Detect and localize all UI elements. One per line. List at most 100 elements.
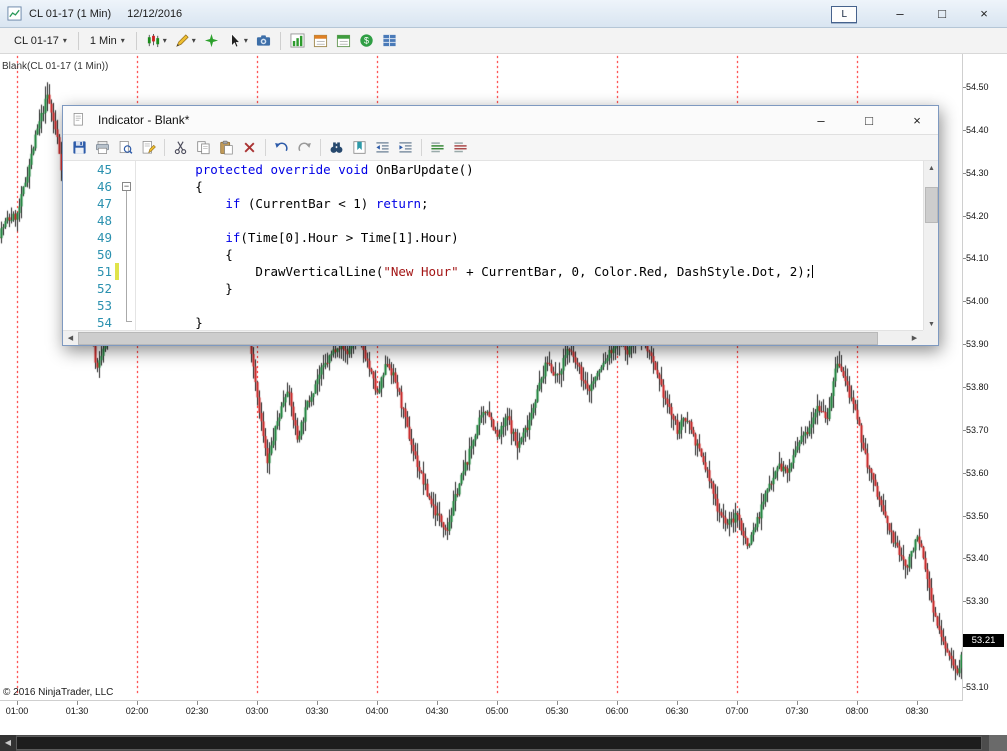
editor-title: Indicator - Blank* xyxy=(98,113,190,127)
editor-maximize-button[interactable]: □ xyxy=(860,106,878,135)
editor-h-thumb[interactable] xyxy=(78,332,878,345)
scroll-left-button[interactable]: ◀ xyxy=(0,735,16,751)
outdent-button[interactable] xyxy=(371,138,394,157)
chart-style-button[interactable]: ▾ xyxy=(142,31,171,50)
line-number: 52 xyxy=(96,281,112,296)
code-text: { xyxy=(135,247,233,262)
code-editor[interactable]: 45 protected override void OnBarUpdate()… xyxy=(63,161,923,332)
undo-button[interactable] xyxy=(270,138,293,157)
price-axis-label: 53.60 xyxy=(966,467,989,478)
time-axis-tick xyxy=(197,701,198,705)
time-axis-tick xyxy=(437,701,438,705)
print-button[interactable] xyxy=(91,138,114,157)
chart-h-scrollbar[interactable]: ◀ xyxy=(0,735,1007,751)
close-button[interactable]: × xyxy=(975,0,993,28)
scroll-left-button[interactable]: ◀ xyxy=(63,331,78,346)
time-axis-label: 03:00 xyxy=(245,706,269,716)
editor-v-scrollbar[interactable]: ▲ ▼ xyxy=(923,161,938,332)
bookmark-icon xyxy=(353,141,366,154)
save-button[interactable] xyxy=(68,138,91,157)
link-button[interactable]: L xyxy=(831,5,857,23)
time-axis-tick xyxy=(917,701,918,705)
line-number: 49 xyxy=(96,230,112,245)
code-text: DrawVerticalLine("New Hour" + CurrentBar… xyxy=(135,264,814,279)
time-axis-tick xyxy=(677,701,678,705)
time-axis-label: 02:00 xyxy=(125,706,149,716)
comment-button[interactable] xyxy=(426,138,449,157)
instrument-label: CL 01-17 xyxy=(14,34,59,47)
snap-mode-button[interactable] xyxy=(200,31,223,50)
time-axis-label: 01:30 xyxy=(65,706,89,716)
editor-minimize-button[interactable]: – xyxy=(812,106,830,135)
properties-button[interactable] xyxy=(137,138,160,157)
chevron-down-icon: ▾ xyxy=(191,36,196,45)
code-line-53: 53 xyxy=(63,297,923,314)
editor-v-thumb[interactable] xyxy=(925,187,938,223)
minimize-button[interactable]: – xyxy=(891,0,909,28)
editor-h-scrollbar[interactable]: ◀ ▶ xyxy=(63,330,938,345)
window-date: 12/12/2016 xyxy=(127,7,183,20)
account-button[interactable]: $ xyxy=(355,31,378,50)
copy-button[interactable] xyxy=(192,138,215,157)
instrument-selector[interactable]: CL 01-17 ▾ xyxy=(8,33,73,49)
dollar-icon: $ xyxy=(360,34,373,47)
interval-selector[interactable]: 1 Min ▾ xyxy=(84,33,131,49)
maximize-button[interactable]: □ xyxy=(933,0,951,28)
scroll-up-button[interactable]: ▲ xyxy=(924,161,939,176)
editor-titlebar[interactable]: Indicator - Blank* – □ × xyxy=(63,106,938,135)
last-price-marker: 53.21 xyxy=(963,634,1004,647)
time-axis-label: 07:00 xyxy=(725,706,749,716)
toolbar-separator xyxy=(77,31,79,50)
time-axis-tick xyxy=(377,701,378,705)
bookmark-button[interactable] xyxy=(348,138,371,157)
code-line-47: 47 if (CurrentBar < 1) return; xyxy=(63,195,923,212)
redo-icon xyxy=(298,142,311,152)
main-toolbar: CL 01-17 ▾ 1 Min ▾ ▾ ▾ ▾ $ xyxy=(0,28,1007,54)
fold-scope-line xyxy=(126,191,132,322)
time-axis-tick xyxy=(617,701,618,705)
time-axis-tick xyxy=(137,701,138,705)
gutter-divider xyxy=(135,161,136,332)
price-axis-label: 53.10 xyxy=(966,682,989,692)
time-axis-label: 06:30 xyxy=(665,706,689,716)
uncomment-button[interactable] xyxy=(449,138,472,157)
chart-data-series-label: Blank(CL 01-17 (1 Min)) xyxy=(2,61,109,72)
time-axis-label: 08:30 xyxy=(905,706,929,716)
paste-button[interactable] xyxy=(215,138,238,157)
print-preview-button[interactable] xyxy=(114,138,137,157)
price-axis-label: 54.20 xyxy=(966,210,989,221)
redo-button[interactable] xyxy=(293,138,316,157)
price-axis-label: 53.70 xyxy=(966,424,989,435)
data-grid-button[interactable] xyxy=(309,31,332,50)
properties-icon xyxy=(142,141,156,154)
snap-icon xyxy=(204,33,218,48)
chevron-down-icon: ▾ xyxy=(162,36,167,45)
calendar-green-icon xyxy=(336,34,350,48)
drawing-tools-button[interactable]: ▾ xyxy=(171,31,200,50)
collapse-region-icon[interactable]: − xyxy=(122,182,131,191)
editor-close-button[interactable]: × xyxy=(908,106,926,135)
find-button[interactable] xyxy=(325,138,348,157)
calendar-orange-icon xyxy=(313,34,327,48)
toolbar-separator xyxy=(135,31,137,50)
toolbar-separator xyxy=(320,139,321,156)
indicators-button[interactable] xyxy=(286,31,309,50)
interval-label: 1 Min xyxy=(89,34,117,47)
scrollbar-thumb[interactable] xyxy=(16,736,982,750)
indent-button[interactable] xyxy=(394,138,417,157)
session-grid-button[interactable] xyxy=(332,31,355,50)
editor-window: Indicator - Blank* – □ × 45 protected ov… xyxy=(62,105,939,346)
code-text: } xyxy=(135,281,233,296)
cursor-button[interactable]: ▾ xyxy=(223,31,252,50)
line-number: 51 xyxy=(96,264,112,279)
scroll-right-button[interactable]: ▶ xyxy=(907,331,922,346)
chart-snapshot-button[interactable] xyxy=(252,31,275,50)
chart-window-icon xyxy=(7,5,22,21)
print-icon xyxy=(96,141,109,154)
code-text: if (CurrentBar < 1) return; xyxy=(225,196,429,211)
code-text: if(Time[0].Hour > Time[1].Hour) xyxy=(225,230,459,245)
market-analyzer-button[interactable] xyxy=(378,31,401,50)
delete-button[interactable] xyxy=(238,138,261,157)
cut-button[interactable] xyxy=(169,138,192,157)
